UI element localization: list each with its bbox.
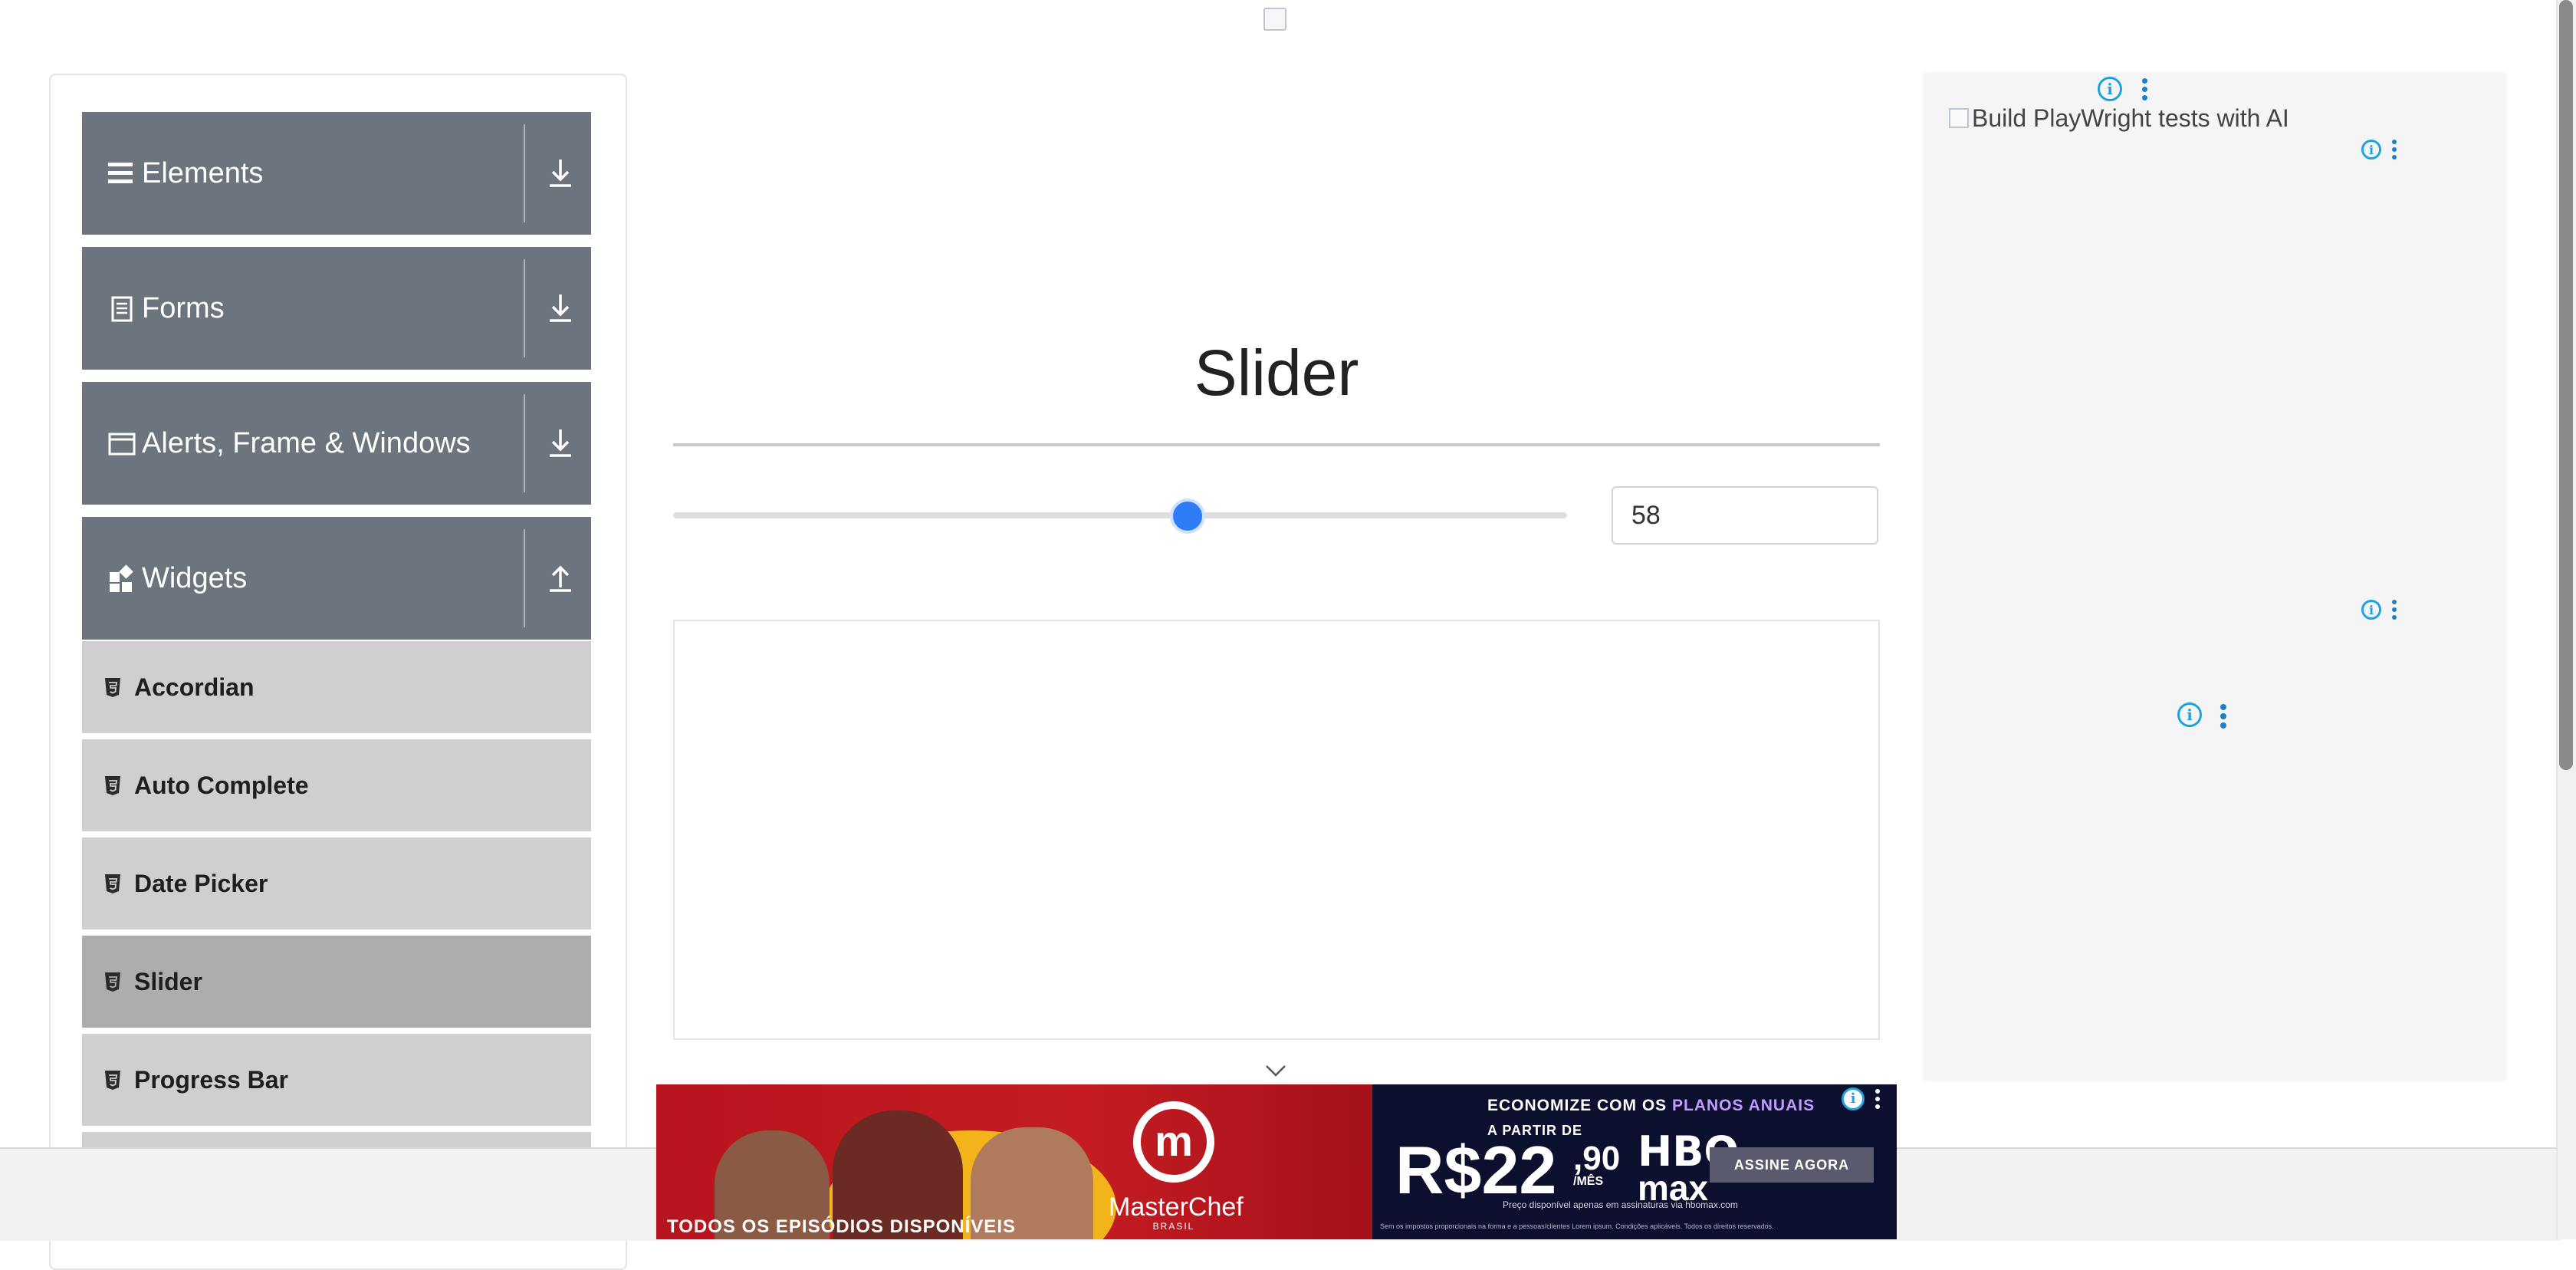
sidebar-item-label: Auto Complete: [134, 772, 309, 799]
slider-value-field[interactable]: 58: [1612, 486, 1878, 545]
sidebar-group-label: Alerts, Frame & Windows: [142, 427, 471, 459]
title-divider: [673, 443, 1880, 446]
document-icon: [111, 296, 133, 322]
download-arrow-icon: [550, 429, 571, 457]
scrollbar-thumb[interactable]: [2559, 0, 2573, 770]
broken-image-icon: [1949, 108, 1969, 128]
info-icon[interactable]: i: [2177, 702, 2202, 727]
info-icon[interactable]: i: [1842, 1087, 1865, 1110]
ad-price-period: /MÊS: [1573, 1175, 1604, 1188]
broken-banner-image: [1263, 8, 1288, 32]
download-arrow-icon: [550, 160, 571, 187]
sidebar-group-forms[interactable]: Forms: [82, 247, 591, 370]
info-icon[interactable]: i: [2098, 77, 2122, 101]
sidebar-item-date-picker[interactable]: Date Picker: [82, 837, 591, 933]
sidebar-group-widgets[interactable]: Widgets: [82, 517, 591, 640]
more-vertical-icon[interactable]: [2142, 78, 2147, 100]
html5-icon: [105, 776, 120, 795]
sidebar-group-elements[interactable]: Elements: [82, 112, 591, 235]
ad-broken-image[interactable]: Build PlayWright tests with AI: [1949, 100, 2289, 137]
sidebar-group-alerts[interactable]: Alerts, Frame & Windows: [82, 382, 591, 505]
subscribe-button[interactable]: ASSINE AGORA: [1710, 1147, 1874, 1183]
info-icon[interactable]: i: [2361, 600, 2381, 620]
ad-alt-text: Build PlayWright tests with AI: [1972, 104, 2289, 132]
ad-headline: ECONOMIZE COM OS PLANOS ANUAIS: [1487, 1097, 1815, 1114]
masterchef-logo-letter: m: [1155, 1117, 1193, 1165]
window-icon: [108, 433, 136, 456]
ad-legal-text: Sem os impostos proporcionais na forma e…: [1380, 1222, 1774, 1230]
masterchef-ad[interactable]: m MasterChef BRASIL TODOS OS EPISÓDIOS D…: [656, 1084, 1372, 1239]
masterchef-name: MasterChef: [1109, 1193, 1244, 1222]
group-divider: [524, 124, 525, 222]
ad-fine-print: Preço disponível apenas em assinaturas v…: [1503, 1199, 1738, 1210]
hamburger-icon: [108, 163, 133, 183]
widgets-icon: [110, 564, 133, 592]
more-vertical-icon[interactable]: [2392, 140, 2397, 160]
sidebar-item-label: Slider: [134, 968, 202, 995]
ad-price-cents: ,90: [1573, 1140, 1621, 1177]
page-title: Slider: [1194, 337, 1359, 409]
more-vertical-icon[interactable]: [2220, 704, 2226, 729]
more-vertical-icon[interactable]: [1875, 1089, 1880, 1109]
sidebar-item-accordian[interactable]: Accordian: [82, 641, 591, 736]
group-divider: [524, 529, 525, 627]
sidebar-group-label: Elements: [142, 157, 264, 189]
html5-icon: [105, 874, 120, 893]
group-divider: [524, 394, 525, 492]
download-arrow-icon: [550, 294, 571, 322]
ad-price: R$22: [1395, 1132, 1557, 1208]
slider-thumb[interactable]: [1170, 498, 1205, 534]
masterchef-sub: BRASIL: [1152, 1221, 1195, 1232]
sidebar-item-label: Accordian: [134, 673, 255, 701]
upload-arrow-icon: [550, 565, 571, 592]
slider-track[interactable]: [673, 512, 1567, 518]
content-panel: [673, 620, 1880, 1040]
html5-icon: [105, 972, 120, 992]
hbomax-ad[interactable]: ECONOMIZE COM OS PLANOS ANUAIS A PARTIR …: [1372, 1084, 1897, 1239]
sidebar-group-label: Widgets: [142, 562, 248, 594]
info-icon[interactable]: i: [2361, 140, 2381, 160]
sidebar-item-label: Progress Bar: [134, 1066, 288, 1094]
ad-sidebar: [1924, 74, 2505, 1080]
html5-icon: [105, 1071, 120, 1090]
sidebar-item-label: Date Picker: [134, 870, 268, 897]
sidebar-group-label: Forms: [142, 292, 225, 324]
episodes-text: TODOS OS EPISÓDIOS DISPONÍVEIS: [667, 1216, 1016, 1237]
html5-icon: [105, 678, 120, 697]
broken-image-icon: [1263, 8, 1286, 31]
sidebar-item-slider[interactable]: Slider: [82, 936, 591, 1031]
group-divider: [524, 259, 525, 357]
more-vertical-icon[interactable]: [2392, 600, 2397, 620]
bottom-banner-ad[interactable]: m MasterChef BRASIL TODOS OS EPISÓDIOS D…: [656, 1084, 1897, 1239]
sidebar-item-auto-complete[interactable]: Auto Complete: [82, 739, 591, 834]
chevron-down-icon[interactable]: [1263, 1061, 1288, 1080]
sidebar-item-progress-bar[interactable]: Progress Bar: [82, 1034, 591, 1129]
